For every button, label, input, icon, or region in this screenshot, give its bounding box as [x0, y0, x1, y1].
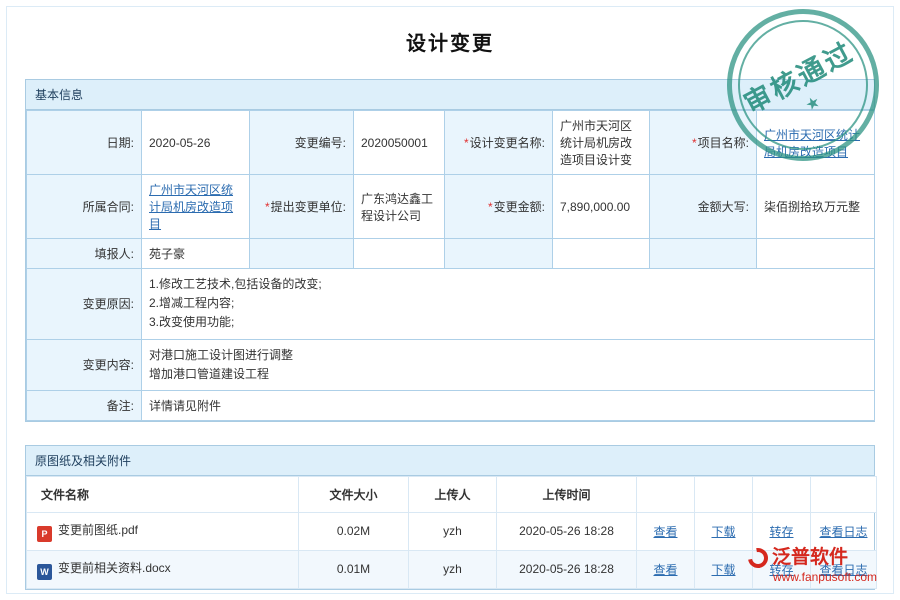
- file-size: 0.02M: [299, 512, 409, 550]
- empty-label-cell: [445, 239, 553, 269]
- file-uploader: yzh: [409, 550, 497, 588]
- filler-label: 填报人:: [27, 239, 142, 269]
- column-header-upload-time: 上传时间: [497, 476, 637, 512]
- amount-in-words-label: 金额大写:: [650, 175, 757, 239]
- pdf-file-icon: P: [37, 526, 52, 542]
- date-label: 日期:: [27, 111, 142, 175]
- basic-info-section-header: 基本信息: [26, 80, 874, 110]
- project-name-value: 广州市天河区统计局机房改造项目: [757, 111, 875, 175]
- page-title: 设计变更: [7, 7, 893, 56]
- contract-value: 广州市天河区统计局机房改造项目: [142, 175, 250, 239]
- table-row: 填报人: 苑子豪: [27, 239, 875, 269]
- empty-value-cell: [553, 239, 650, 269]
- change-reason-value: 1.修改工艺技术,包括设备的改变; 2.增减工程内容; 3.改变使用功能;: [142, 269, 875, 340]
- column-header-empty: [637, 476, 695, 512]
- project-name-link[interactable]: 广州市天河区统计局机房改造项目: [764, 128, 860, 159]
- file-name-cell: P 变更前图纸.pdf: [27, 512, 299, 550]
- vendor-name: 泛普软件: [772, 546, 848, 570]
- date-value: 2020-05-26: [142, 111, 250, 175]
- basic-info-table: 日期: 2020-05-26 变更编号: 2020050001 *设计变更名称:…: [26, 110, 875, 421]
- file-size: 0.01M: [299, 550, 409, 588]
- column-header-empty: [811, 476, 877, 512]
- column-header-file-name: 文件名称: [27, 476, 299, 512]
- download-link[interactable]: 下载: [711, 563, 735, 577]
- proposing-unit-label: *提出变更单位:: [250, 175, 354, 239]
- change-reason-label: 变更原因:: [27, 269, 142, 340]
- change-no-value: 2020050001: [354, 111, 445, 175]
- change-content-label: 变更内容:: [27, 339, 142, 390]
- amount-in-words-value: 柒佰捌拾玖万元整: [757, 175, 875, 239]
- original-attachments-header: 原图纸及相关附件: [26, 446, 874, 476]
- design-change-name-label: *设计变更名称:: [445, 111, 553, 175]
- download-link[interactable]: 下载: [711, 525, 735, 539]
- table-row: 日期: 2020-05-26 变更编号: 2020050001 *设计变更名称:…: [27, 111, 875, 175]
- vendor-logo: 泛普软件 www.fanpusoft.com: [748, 546, 877, 585]
- column-header-empty: [695, 476, 753, 512]
- contract-label: 所属合同:: [27, 175, 142, 239]
- table-row: 变更内容: 对港口施工设计图进行调整 增加港口管道建设工程: [27, 339, 875, 390]
- change-no-label: 变更编号:: [250, 111, 354, 175]
- file-name: 变更前相关资料.docx: [58, 561, 171, 575]
- design-change-name-value: 广州市天河区统计局机房改造项目设计变: [553, 111, 650, 175]
- empty-value-cell: [354, 239, 445, 269]
- required-marker: *: [488, 200, 493, 214]
- project-name-label: *项目名称:: [650, 111, 757, 175]
- column-header-empty: [753, 476, 811, 512]
- empty-label-cell: [250, 239, 354, 269]
- attachments-table-header-row: 文件名称 文件大小 上传人 上传时间: [27, 476, 877, 512]
- vendor-url: www.fanpusoft.com: [773, 570, 877, 585]
- page-container: 设计变更 审核通过 ★ 基本信息 日期: 2020-05-26 变更编号: 20…: [6, 6, 894, 594]
- required-marker: *: [265, 200, 270, 214]
- table-row: P 变更前图纸.pdf 0.02M yzh 2020-05-26 18:28 查看…: [27, 512, 877, 550]
- vendor-swirl-icon: [744, 544, 772, 572]
- filler-value: 苑子豪: [142, 239, 250, 269]
- file-upload-time: 2020-05-26 18:28: [497, 550, 637, 588]
- file-name-cell: W 变更前相关资料.docx: [27, 550, 299, 588]
- column-header-uploader: 上传人: [409, 476, 497, 512]
- remark-label: 备注:: [27, 390, 142, 420]
- table-row: 变更原因: 1.修改工艺技术,包括设备的改变; 2.增减工程内容; 3.改变使用…: [27, 269, 875, 340]
- contract-link[interactable]: 广州市天河区统计局机房改造项目: [149, 183, 233, 231]
- table-row: 备注: 详情请见附件: [27, 390, 875, 420]
- view-log-link[interactable]: 查看日志: [819, 525, 867, 539]
- remark-value: 详情请见附件: [142, 390, 875, 420]
- file-name: 变更前图纸.pdf: [58, 523, 138, 537]
- required-marker: *: [692, 136, 697, 150]
- change-content-value: 对港口施工设计图进行调整 增加港口管道建设工程: [142, 339, 875, 390]
- column-header-file-size: 文件大小: [299, 476, 409, 512]
- proposing-unit-value: 广东鸿达鑫工程设计公司: [354, 175, 445, 239]
- file-uploader: yzh: [409, 512, 497, 550]
- view-link[interactable]: 查看: [653, 563, 677, 577]
- required-marker: *: [464, 136, 469, 150]
- empty-value-cell: [757, 239, 875, 269]
- file-upload-time: 2020-05-26 18:28: [497, 512, 637, 550]
- change-amount-value: 7,890,000.00: [553, 175, 650, 239]
- view-link[interactable]: 查看: [653, 525, 677, 539]
- empty-label-cell: [650, 239, 757, 269]
- basic-info-section: 基本信息 日期: 2020-05-26 变更编号: 2020050001 *设计…: [25, 79, 875, 422]
- change-amount-label: *变更金额:: [445, 175, 553, 239]
- transfer-link[interactable]: 转存: [769, 525, 793, 539]
- word-file-icon: W: [37, 564, 52, 580]
- table-row: 所属合同: 广州市天河区统计局机房改造项目 *提出变更单位: 广东鸿达鑫工程设计…: [27, 175, 875, 239]
